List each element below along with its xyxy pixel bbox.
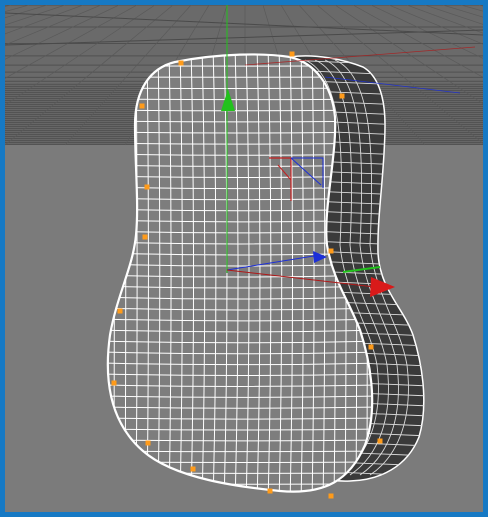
- control-point: [328, 248, 334, 254]
- control-point: [178, 60, 184, 66]
- control-point: [144, 184, 150, 190]
- control-point: [142, 234, 148, 240]
- control-point: [339, 93, 345, 99]
- control-point: [267, 488, 273, 494]
- mesh-line: [107, 461, 373, 464]
- control-point: [111, 380, 117, 386]
- control-point: [145, 440, 151, 446]
- viewport-canvas[interactable]: [5, 5, 483, 512]
- control-point: [289, 51, 295, 57]
- control-point: [368, 344, 374, 350]
- control-point: [190, 466, 196, 472]
- control-point: [377, 438, 383, 444]
- control-point: [139, 103, 145, 109]
- 3d-viewport[interactable]: [0, 0, 488, 517]
- control-point: [117, 308, 123, 314]
- control-point: [328, 493, 334, 499]
